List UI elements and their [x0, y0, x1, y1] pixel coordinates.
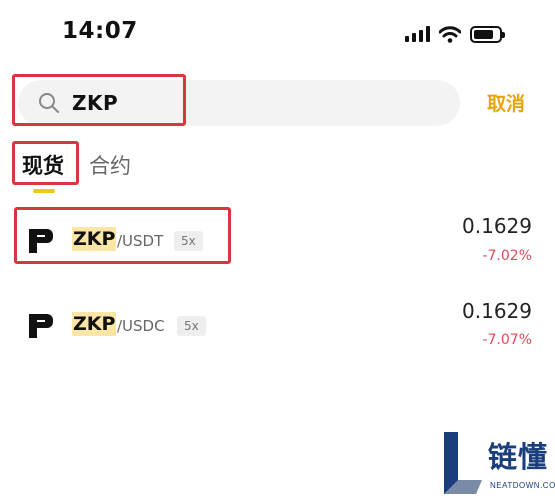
watermark-logo-icon — [444, 432, 482, 494]
status-time: 14:07 — [62, 18, 138, 44]
watermark-subtext: NEATDOWN.COM — [490, 481, 555, 490]
price: 0.1629 — [462, 299, 532, 323]
price-change: -7.07% — [482, 332, 532, 348]
wifi-icon — [439, 25, 461, 43]
annotation-box-search — [12, 74, 186, 126]
watermark-text: 链懂 — [488, 440, 549, 474]
cancel-button[interactable]: 取消 — [487, 89, 525, 116]
coin-base: ZKP — [72, 312, 117, 336]
result-row-usdc[interactable]: ZKP /USDC 5x 0.1629 -7.07% — [0, 288, 555, 360]
active-tab-indicator — [33, 189, 55, 193]
signal-icon — [405, 26, 430, 42]
annotation-box-result — [14, 207, 231, 264]
annotation-box-tab — [12, 141, 79, 185]
tab-contract[interactable]: 合约 — [89, 150, 131, 180]
coin-quote: /USDC — [117, 317, 165, 335]
leverage-badge: 5x — [177, 316, 206, 336]
battery-icon — [470, 25, 505, 43]
status-icons — [405, 24, 505, 44]
price: 0.1629 — [462, 214, 532, 238]
zkp-logo-icon — [29, 314, 53, 338]
price-change: -7.02% — [482, 248, 532, 264]
